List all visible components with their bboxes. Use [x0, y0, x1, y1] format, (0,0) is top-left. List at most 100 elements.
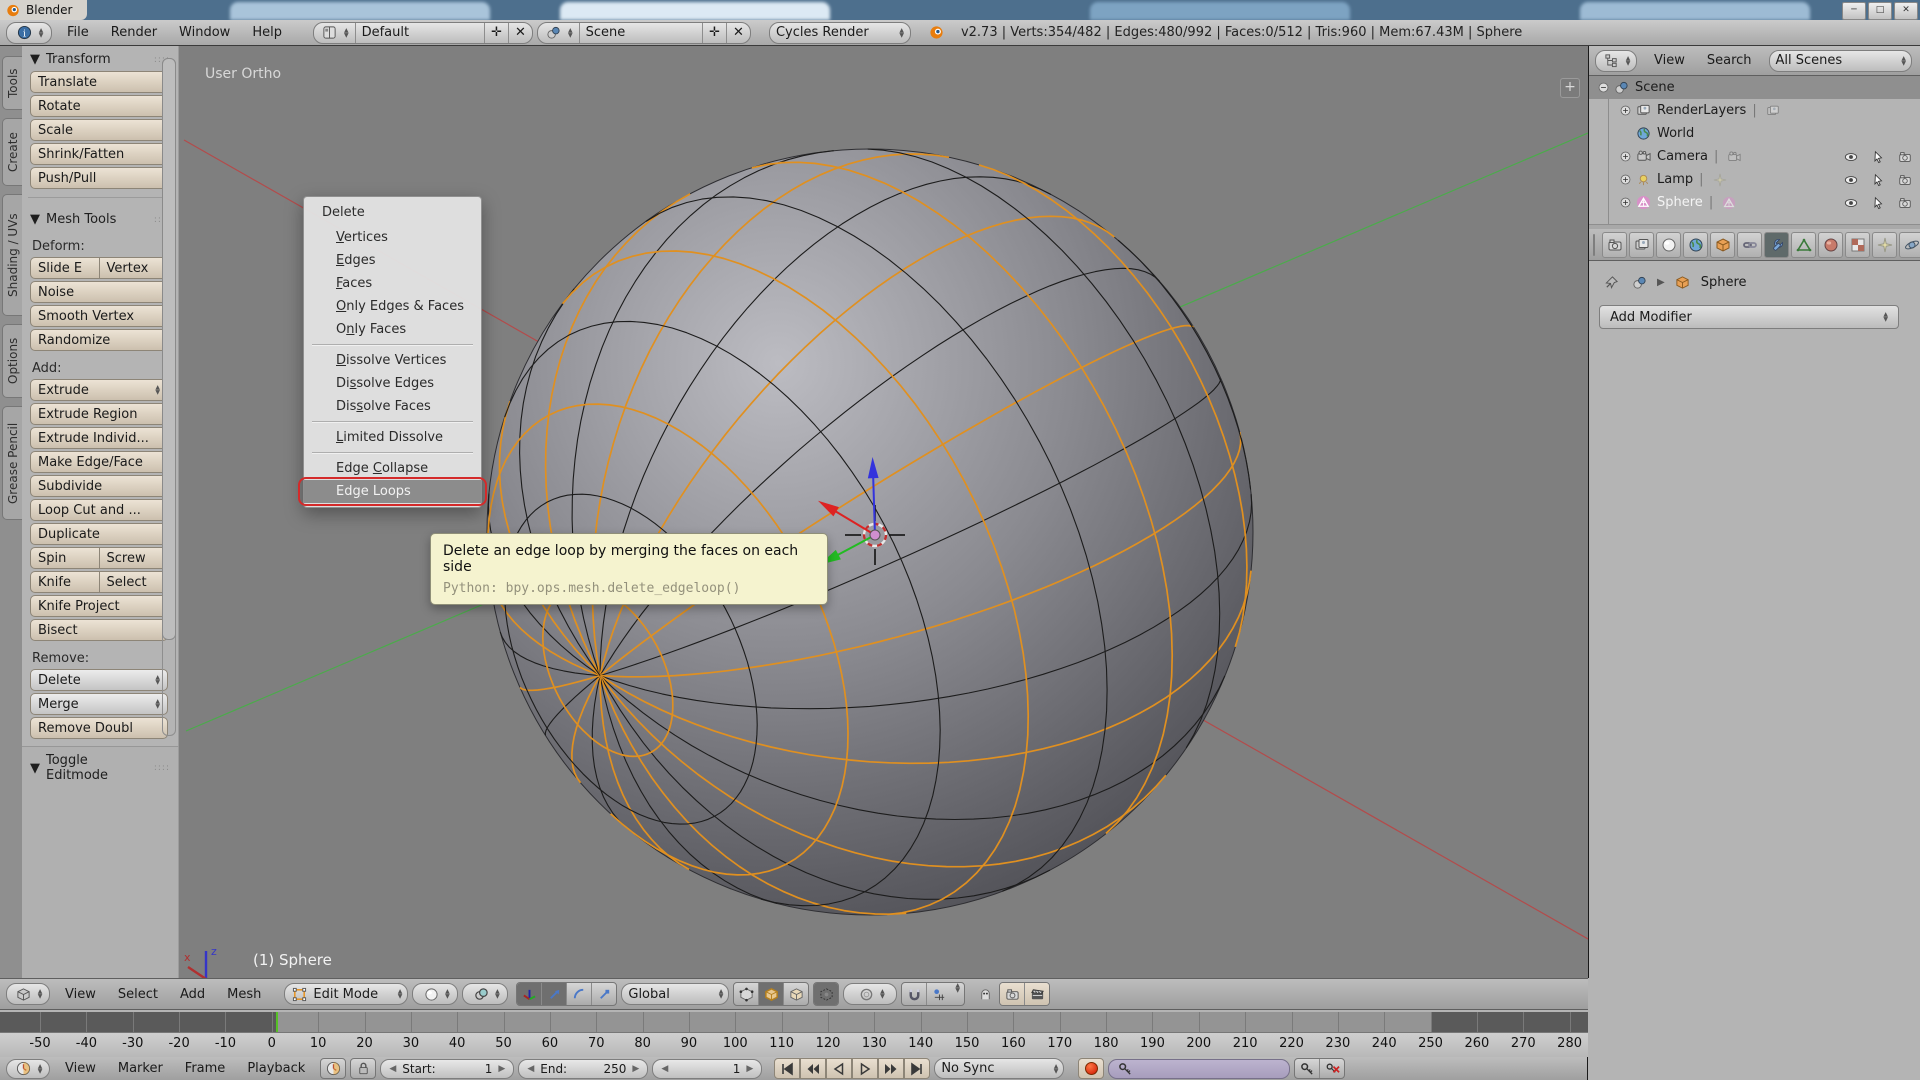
menu-render[interactable]: Render	[100, 25, 168, 40]
add-scene-button[interactable]: ✛	[702, 23, 726, 43]
renderability-camera-icon[interactable]	[1895, 147, 1915, 167]
close-scene-button[interactable]: ✕	[726, 23, 750, 43]
tool-button-extrude-individ-[interactable]: Extrude Individ...	[30, 427, 168, 449]
tool-button-delete[interactable]: Delete▲▼	[30, 669, 168, 691]
insert-keyframe-icon[interactable]	[1295, 1059, 1319, 1078]
next-keyframe-button[interactable]	[878, 1058, 904, 1079]
properties-tab-particles[interactable]	[1872, 232, 1897, 258]
outliner-item-world[interactable]: World	[1589, 122, 1920, 145]
play-button[interactable]	[852, 1058, 878, 1079]
viewport-shading-selector[interactable]: ▲▼	[412, 983, 458, 1005]
shelf-tab-options[interactable]: Options	[2, 324, 23, 398]
play-reverse-button[interactable]	[826, 1058, 852, 1079]
tool-button-knife-project[interactable]: Knife Project	[30, 595, 168, 617]
properties-tab-world[interactable]	[1683, 232, 1708, 258]
menu-item-edges[interactable]: Edges	[304, 249, 481, 272]
editor-type-properties-button[interactable]: ▲▼	[1593, 234, 1595, 256]
tool-button-push-pull[interactable]: Push/Pull	[30, 167, 168, 189]
outliner-item-scene[interactable]: Scene	[1589, 76, 1920, 99]
add-layout-button[interactable]: ✛	[484, 23, 508, 43]
renderability-camera-icon[interactable]	[1895, 170, 1915, 190]
opengl-render-anim-icon[interactable]	[1024, 983, 1049, 1005]
editor-type-timeline-button[interactable]: ▲▼	[6, 1059, 50, 1079]
minimize-button[interactable]: ─	[1842, 2, 1866, 20]
scale-manipulator-icon[interactable]	[591, 983, 616, 1005]
tool-button-merge[interactable]: Merge▲▼	[30, 693, 168, 715]
outliner-menu-view[interactable]: View	[1643, 53, 1696, 68]
3d-viewport[interactable]: User Ortho (1) Sphere z x + ToolsCreateS…	[0, 46, 1589, 978]
mode-selector[interactable]: Edit Mode ▲▼	[284, 983, 408, 1005]
tool-button-make-edge-face[interactable]: Make Edge/Face	[30, 451, 168, 473]
tool-button-rotate[interactable]: Rotate	[30, 95, 168, 117]
tool-button-extrude[interactable]: Extrude▲▼	[30, 379, 168, 401]
menu-window[interactable]: Window	[168, 25, 241, 40]
outliner-item-lamp[interactable]: Lamp|	[1589, 168, 1920, 191]
face-select-icon[interactable]	[783, 983, 808, 1005]
tool-button-spin[interactable]: Spin	[30, 547, 99, 569]
vertex-select-icon[interactable]	[734, 983, 758, 1005]
menu-item-faces[interactable]: Faces	[304, 272, 481, 295]
visibility-eye-icon[interactable]	[1841, 147, 1861, 167]
stepper-right-arrow[interactable]: ▶	[498, 1064, 505, 1074]
clock-icon[interactable]	[321, 1059, 345, 1078]
tool-button-randomize[interactable]: Randomize	[30, 329, 168, 351]
timeline-menu-frame[interactable]: Frame	[174, 1061, 237, 1076]
menu-item-dissolve-edges[interactable]: Dissolve Edges	[304, 372, 481, 395]
shelf-tab-shading-uvs[interactable]: Shading / UVs	[2, 194, 23, 316]
close-layout-button[interactable]: ✕	[508, 23, 532, 43]
proportional-edit-selector[interactable]: ▲▼	[843, 983, 897, 1005]
transform-panel-header[interactable]: ▼ Transform ::::	[22, 46, 178, 71]
add-modifier-button[interactable]: Add Modifier ▲▼	[1599, 305, 1899, 329]
properties-tab-physics[interactable]	[1899, 232, 1920, 258]
menu-item-limited-dissolve[interactable]: Limited Dissolve	[304, 426, 481, 449]
timeline-menu-playback[interactable]: Playback	[236, 1061, 316, 1076]
visibility-eye-icon[interactable]	[1841, 193, 1861, 213]
tool-button-bisect[interactable]: Bisect	[30, 619, 168, 641]
transform-snap-icon[interactable]	[975, 984, 995, 1004]
shelf-tab-create[interactable]: Create	[2, 118, 23, 186]
expand-region-icon[interactable]: +	[1560, 78, 1580, 98]
jump-to-end-button[interactable]	[904, 1058, 930, 1079]
tool-button-screw[interactable]: Screw	[99, 547, 169, 569]
tool-button-extrude-region[interactable]: Extrude Region	[30, 403, 168, 425]
properties-tab-material[interactable]	[1818, 232, 1843, 258]
maximize-button[interactable]: □	[1868, 2, 1892, 20]
editor-type-3dview-button[interactable]: ▲▼	[6, 983, 50, 1005]
pivot-selector[interactable]: ▲▼	[462, 983, 508, 1005]
shelf-tab-grease-pencil[interactable]: Grease Pencil	[2, 406, 23, 520]
screen-layout-selector[interactable]: ▲▼ Default ✛ ✕	[313, 22, 533, 44]
menu-item-dissolve-faces[interactable]: Dissolve Faces	[304, 395, 481, 418]
stepper-left-arrow[interactable]: ◀	[389, 1064, 396, 1074]
expand-icon[interactable]	[1617, 147, 1633, 167]
expand-icon[interactable]	[1617, 170, 1633, 190]
stepper-right-arrow[interactable]: ▶	[632, 1064, 639, 1074]
opengl-render-image-icon[interactable]	[1000, 983, 1024, 1005]
viewport-menu-select[interactable]: Select	[107, 987, 169, 1002]
current-frame-playhead[interactable]	[276, 1012, 278, 1032]
tool-button-remove-doubl[interactable]: Remove Doubl	[30, 717, 168, 739]
outliner-filter-selector[interactable]: All Scenes ▲▼	[1769, 50, 1912, 72]
properties-tab-object[interactable]	[1710, 232, 1735, 258]
menu-item-edge-loops[interactable]: Edge Loops	[304, 480, 481, 503]
snap-magnet-icon[interactable]	[902, 983, 926, 1005]
properties-tab-render-camera[interactable]	[1602, 232, 1627, 258]
timeline-menu-view[interactable]: View	[54, 1061, 107, 1076]
tool-button-select[interactable]: Select	[99, 571, 169, 593]
tool-button-slide-e[interactable]: Slide E	[30, 257, 99, 279]
tool-button-subdivide[interactable]: Subdivide	[30, 475, 168, 497]
selectability-pointer-icon[interactable]	[1868, 170, 1888, 190]
selectability-pointer-icon[interactable]	[1868, 147, 1888, 167]
current-frame-stepper[interactable]: ◀ 1 ▶	[652, 1059, 762, 1079]
prev-keyframe-button[interactable]	[800, 1058, 826, 1079]
menu-item-only-faces[interactable]: Only Faces	[304, 318, 481, 341]
pin-icon[interactable]	[1601, 272, 1621, 292]
menu-help[interactable]: Help	[241, 25, 293, 40]
properties-tab-constraints[interactable]	[1737, 232, 1762, 258]
delete-keyframe-icon[interactable]	[1319, 1059, 1344, 1078]
render-engine-selector[interactable]: Cycles Render ▲▼	[769, 22, 911, 44]
tool-button-knife[interactable]: Knife	[30, 571, 99, 593]
stepper-right-arrow[interactable]: ▶	[746, 1064, 753, 1074]
tool-button-vertex[interactable]: Vertex	[99, 257, 169, 279]
occlude-geometry-icon[interactable]	[814, 983, 838, 1005]
editor-type-button[interactable]: i▲▼	[6, 22, 52, 44]
